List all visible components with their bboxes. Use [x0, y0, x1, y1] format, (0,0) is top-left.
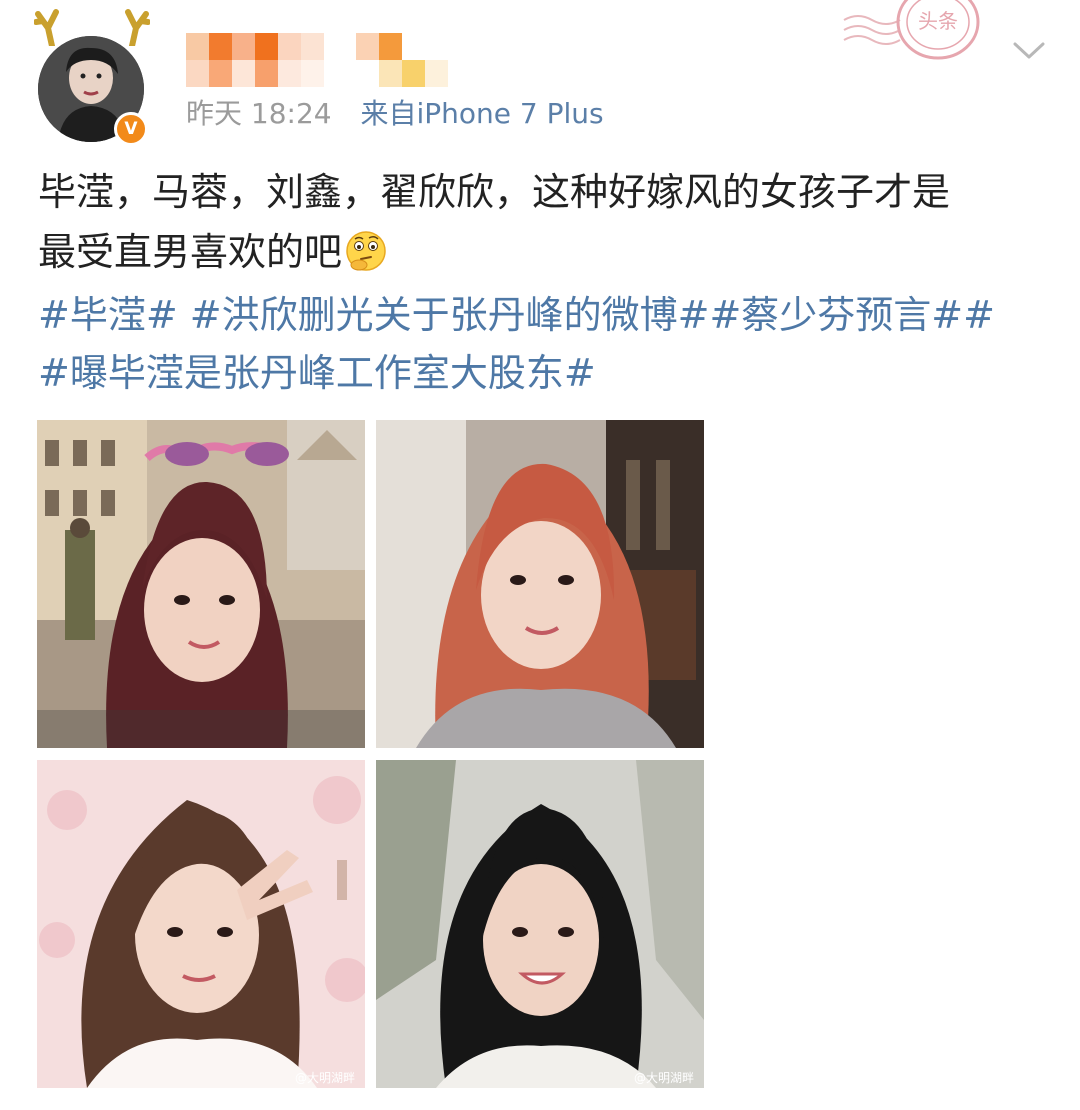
- hashtags-line-1: #毕滢# #洪欣删光关于张丹峰的微博##蔡少芬预言##: [38, 293, 995, 337]
- photo-grid: @大明湖畔 @大明湖畔: [37, 420, 705, 1088]
- post-text-line-2: 最受直男喜欢的吧: [38, 222, 1048, 282]
- headline-stamp-icon: 头条: [843, 0, 980, 60]
- post-text: 毕滢，马蓉，刘鑫，翟欣欣，这种好嫁风的女孩子才是 最受直男喜欢的吧: [38, 162, 1048, 282]
- photo-1[interactable]: [37, 420, 365, 748]
- thinking-face-icon: [346, 231, 386, 271]
- username-mosaic-block-2: [356, 33, 448, 93]
- post-text-line-1: 毕滢，马蓉，刘鑫，翟欣欣，这种好嫁风的女孩子才是: [38, 170, 951, 214]
- post-text-line-2-text: 最受直男喜欢的吧: [38, 230, 343, 274]
- hashtag[interactable]: #曝毕滢是张丹峰工作室大股东#: [38, 351, 596, 395]
- post-meta: 昨天 18:24 来自iPhone 7 Plus: [186, 92, 604, 132]
- avatar-wrap[interactable]: V: [34, 8, 158, 146]
- photo-4[interactable]: @大明湖畔: [376, 760, 704, 1088]
- photo-watermark: @大明湖畔: [295, 1070, 355, 1085]
- hashtag[interactable]: #蔡少芬预言#: [709, 293, 963, 337]
- photo-3[interactable]: @大明湖畔: [37, 760, 365, 1088]
- verified-badge-icon: V: [114, 112, 148, 146]
- username-mosaic[interactable]: [186, 33, 448, 93]
- photo-watermark: @大明湖畔: [634, 1070, 694, 1085]
- post-time: 昨天 18:24: [186, 97, 332, 130]
- hashtags-line-2: #曝毕滢是张丹峰工作室大股东#: [38, 344, 1048, 402]
- chevron-down-icon[interactable]: [1012, 40, 1046, 62]
- post-source[interactable]: 来自iPhone 7 Plus: [361, 97, 604, 130]
- hashtags: #毕滢# #洪欣删光关于张丹峰的微博##蔡少芬预言## #曝毕滢是张丹峰工作室大…: [38, 286, 1048, 402]
- hashtag[interactable]: #洪欣删光关于张丹峰的微博#: [190, 293, 710, 337]
- username-mosaic-block-1: [186, 33, 324, 93]
- antler-left-icon: [34, 9, 59, 46]
- weibo-post: V 昨天 18:24 来自iPhone 7 Plus 头条 毕滢，马蓉，刘鑫，翟…: [0, 0, 1080, 1110]
- photo-2[interactable]: [376, 420, 704, 748]
- hashtag[interactable]: #毕滢#: [38, 293, 178, 337]
- stamp-label: 头条: [918, 9, 958, 33]
- antler-right-icon: [125, 9, 150, 46]
